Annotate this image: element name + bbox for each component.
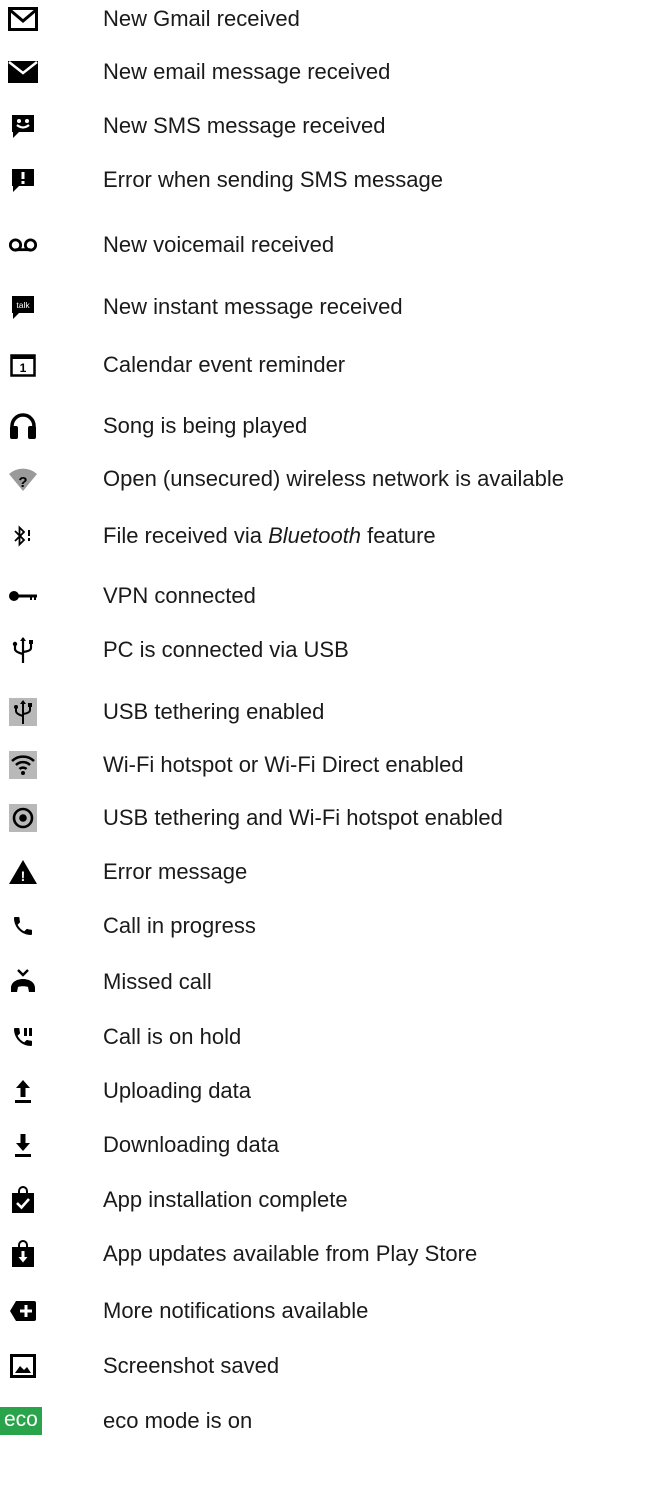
item-label: Error message xyxy=(103,859,248,884)
item-label: VPN connected xyxy=(103,583,256,608)
list-item: Missed call xyxy=(0,960,663,1004)
item-label: App installation complete xyxy=(103,1187,348,1212)
wifi-question-mark: ? xyxy=(18,474,27,491)
app-install-complete-icon xyxy=(8,1185,38,1215)
list-item: New SMS message received xyxy=(0,104,663,148)
item-label: File received via Bluetooth feature xyxy=(103,523,436,548)
item-label: More notifications available xyxy=(103,1298,369,1323)
item-label: USB tethering and Wi-Fi hotspot enabled xyxy=(103,805,503,830)
list-item: App updates available from Play Store xyxy=(0,1232,663,1276)
usb-tethering-icon xyxy=(8,697,38,727)
list-item: talk New instant message received xyxy=(0,285,663,329)
usb-icon xyxy=(8,635,38,665)
list-item: More notifications available xyxy=(0,1289,663,1333)
sms-error-icon xyxy=(8,165,38,195)
list-item: USB tethering and Wi-Fi hotspot enabled xyxy=(0,796,663,840)
eco-text: eco xyxy=(0,1407,42,1435)
item-label: Error when sending SMS message xyxy=(103,167,443,192)
list-item: Wi-Fi hotspot or Wi-Fi Direct enabled xyxy=(0,743,663,787)
phone-call-icon xyxy=(8,911,38,941)
list-item: PC is connected via USB xyxy=(0,628,663,672)
item-label: Song is being played xyxy=(103,413,308,438)
talk-instant-message-icon: talk xyxy=(8,292,38,322)
email-envelope-icon xyxy=(8,57,38,87)
headphones-icon xyxy=(8,411,38,441)
item-label: Screenshot saved xyxy=(103,1353,280,1378)
item-label: New voicemail received xyxy=(103,232,335,257)
wifi-hotspot-icon xyxy=(8,750,38,780)
bluetooth-term: Bluetooth xyxy=(268,523,362,548)
item-label: eco mode is on xyxy=(103,1408,253,1433)
calendar-icon: 1 xyxy=(8,350,38,380)
item-label: Open (unsecured) wireless network is ava… xyxy=(103,466,564,491)
list-item: Call in progress xyxy=(0,904,663,948)
item-label: Call in progress xyxy=(103,913,256,938)
talk-text: talk xyxy=(16,300,30,310)
upload-arrow-icon xyxy=(8,1076,38,1106)
list-item: New email message received xyxy=(0,50,663,94)
more-notifications-icon xyxy=(8,1296,38,1326)
gmail-envelope-icon xyxy=(8,4,38,34)
warning-mark: ! xyxy=(21,868,26,884)
app-update-icon xyxy=(8,1239,38,1269)
list-item: VPN connected xyxy=(0,574,663,618)
call-on-hold-icon xyxy=(8,1022,38,1052)
vpn-key-icon xyxy=(8,581,38,611)
item-label: App updates available from Play Store xyxy=(103,1241,478,1266)
voicemail-icon xyxy=(8,230,38,260)
item-label: Calendar event reminder xyxy=(103,352,346,377)
item-label: Call is on hold xyxy=(103,1024,242,1049)
eco-mode-icon: eco xyxy=(0,1406,58,1436)
list-item: New Gmail received xyxy=(0,0,663,41)
screenshot-icon xyxy=(8,1351,38,1381)
bluetooth-file-icon xyxy=(8,521,38,551)
list-item: Uploading data xyxy=(0,1069,663,1113)
list-item: Call is on hold xyxy=(0,1015,663,1059)
sms-message-icon xyxy=(8,111,38,141)
item-label: Uploading data xyxy=(103,1078,252,1103)
list-item: USB tethering enabled xyxy=(0,690,663,734)
list-item: ? Open (unsecured) wireless network is a… xyxy=(0,457,663,501)
open-wifi-icon: ? xyxy=(8,464,38,494)
item-label: New instant message received xyxy=(103,294,403,319)
list-item: Song is being played xyxy=(0,404,663,448)
list-item: Downloading data xyxy=(0,1123,663,1167)
list-item: 1 Calendar event reminder xyxy=(0,343,663,387)
warning-triangle-icon: ! xyxy=(8,857,38,887)
item-label: PC is connected via USB xyxy=(103,637,349,662)
list-item: Screenshot saved xyxy=(0,1344,663,1388)
list-item: eco eco mode is on xyxy=(0,1399,663,1443)
list-item: App installation complete xyxy=(0,1178,663,1222)
item-label: New email message received xyxy=(103,59,391,84)
item-label: USB tethering enabled xyxy=(103,699,325,724)
item-label: Wi-Fi hotspot or Wi-Fi Direct enabled xyxy=(103,752,464,777)
list-item: New voicemail received xyxy=(0,223,663,267)
item-label: New Gmail received xyxy=(103,6,300,31)
list-item: ! Error message xyxy=(0,850,663,894)
item-label: Missed call xyxy=(103,969,212,994)
download-arrow-icon xyxy=(8,1130,38,1160)
calendar-day: 1 xyxy=(20,361,27,375)
missed-call-icon xyxy=(8,967,38,997)
item-label: Downloading data xyxy=(103,1132,280,1157)
usb-wifi-hotspot-icon xyxy=(8,803,38,833)
list-item: Error when sending SMS message xyxy=(0,158,663,202)
list-item: File received via Bluetooth feature xyxy=(0,514,663,558)
item-label: New SMS message received xyxy=(103,113,386,138)
